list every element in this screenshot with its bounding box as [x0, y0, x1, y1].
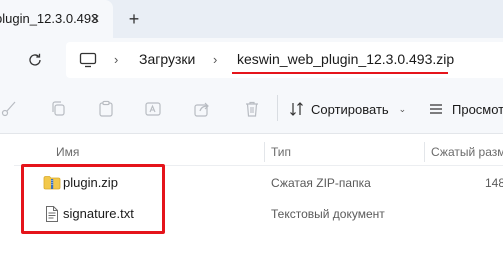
address-row: › Загрузки › keswin_web_plugin_12.3.0.49…	[0, 38, 503, 82]
file-type: Сжатая ZIP-папка	[271, 176, 371, 190]
toolbar-divider	[277, 95, 278, 121]
sort-button[interactable]: Сортировать ⌄	[289, 97, 406, 121]
view-button[interactable]: Просмотр	[428, 97, 503, 121]
file-explorer-window: plugin_12.3.0.493 ✕ + › Загрузки › keswi…	[0, 0, 503, 262]
column-separator[interactable]	[424, 142, 425, 162]
column-separator[interactable]	[264, 142, 265, 162]
annotation-underline	[232, 72, 448, 74]
command-bar: Сортировать ⌄ Просмотр	[0, 82, 503, 134]
column-header-name[interactable]: Имя	[56, 145, 79, 159]
refresh-button[interactable]	[26, 51, 44, 69]
rename-icon	[145, 102, 161, 116]
column-header-type[interactable]: Тип	[271, 145, 291, 159]
share-button[interactable]	[192, 99, 212, 119]
close-icon: ✕	[89, 12, 101, 26]
sort-icon	[290, 102, 303, 116]
delete-button[interactable]	[242, 99, 262, 119]
tab-archive[interactable]: plugin_12.3.0.493 ✕	[0, 0, 113, 38]
new-tab-button[interactable]: +	[124, 9, 144, 29]
tab-title: plugin_12.3.0.493	[0, 11, 99, 26]
breadcrumb-current-archive[interactable]: keswin_web_plugin_12.3.0.493.zip	[237, 51, 454, 67]
tab-strip: plugin_12.3.0.493 ✕ +	[0, 0, 503, 38]
paste-button[interactable]	[96, 99, 116, 119]
file-type: Текстовый документ	[271, 207, 385, 221]
sort-label: Сортировать	[311, 101, 389, 117]
cut-button[interactable]	[0, 99, 20, 119]
paste-icon	[99, 100, 113, 117]
tab-close-button[interactable]: ✕	[86, 10, 104, 28]
file-size: 148	[485, 176, 503, 190]
plus-icon: +	[128, 8, 140, 29]
annotation-highlight-box	[21, 164, 165, 234]
share-icon	[194, 102, 209, 117]
column-header-size[interactable]: Сжатый разм	[431, 145, 503, 159]
breadcrumb-separator-icon[interactable]: ›	[213, 52, 217, 67]
computer-icon[interactable]	[79, 52, 97, 68]
chevron-down-icon: ⌄	[398, 103, 407, 114]
refresh-icon	[29, 53, 41, 66]
copy-icon	[52, 101, 65, 116]
breadcrumb-separator-icon[interactable]: ›	[114, 52, 118, 67]
breadcrumb-downloads[interactable]: Загрузки	[139, 51, 195, 67]
view-label: Просмотр	[452, 101, 503, 117]
view-icon	[430, 104, 442, 114]
copy-button[interactable]	[49, 99, 69, 119]
rename-button[interactable]	[143, 99, 163, 119]
cut-icon	[1, 101, 16, 117]
delete-icon	[246, 101, 258, 117]
